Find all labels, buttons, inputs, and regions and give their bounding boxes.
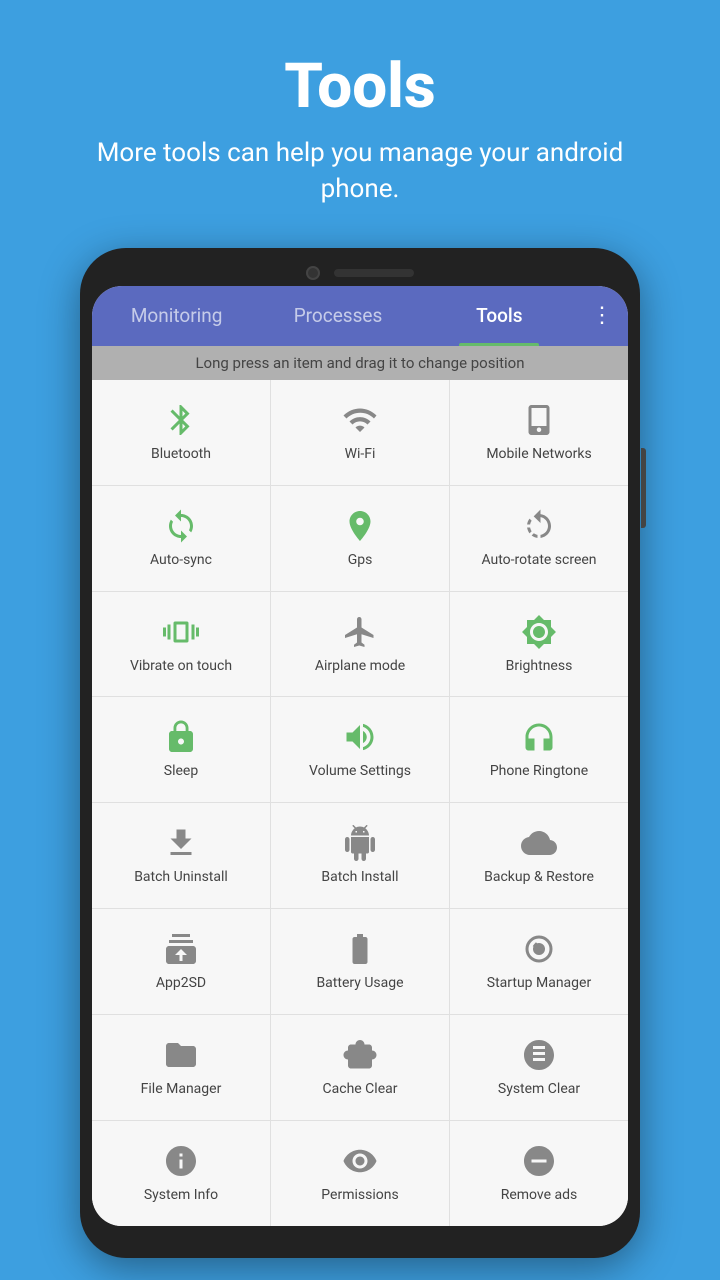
brightness-icon <box>521 614 557 650</box>
camera <box>306 266 320 280</box>
tab-monitoring[interactable]: Monitoring <box>96 286 257 346</box>
tool-label: Gps <box>348 552 373 569</box>
tool-label: Cache Clear <box>323 1081 398 1098</box>
phone-notch <box>92 266 628 280</box>
vibrate-icon <box>163 614 199 650</box>
tool-item-sleep[interactable]: Sleep <box>92 697 270 802</box>
tool-label: Auto-sync <box>150 552 212 569</box>
rotate-icon <box>521 508 557 544</box>
airplane-icon <box>342 614 378 650</box>
backup-icon <box>521 825 557 861</box>
system-clear-icon <box>521 1037 557 1073</box>
ringtone-icon <box>521 719 557 755</box>
tool-item-cache-clear[interactable]: Cache Clear <box>271 1015 449 1120</box>
tab-tools[interactable]: Tools <box>419 286 580 346</box>
tool-label: Vibrate on touch <box>130 658 232 675</box>
tool-label: Airplane mode <box>315 658 405 675</box>
remove-ads-icon <box>521 1143 557 1179</box>
menu-button[interactable]: ⋮ <box>580 303 624 328</box>
uninstall-icon <box>163 825 199 861</box>
tool-label: Backup & Restore <box>484 869 594 886</box>
speaker <box>334 269 414 277</box>
tool-item-airplane-mode[interactable]: Airplane mode <box>271 592 449 697</box>
tool-label: Startup Manager <box>487 975 591 992</box>
hint-bar: Long press an item and drag it to change… <box>92 346 628 380</box>
tool-item-backup-&-restore[interactable]: Backup & Restore <box>450 803 628 908</box>
tool-label: Permissions <box>321 1187 398 1204</box>
tool-item-battery-usage[interactable]: Battery Usage <box>271 909 449 1014</box>
app2sd-icon <box>163 931 199 967</box>
bluetooth-icon <box>163 402 199 438</box>
tab-bar: Monitoring Processes Tools ⋮ <box>92 286 628 346</box>
sync-icon <box>163 508 199 544</box>
tool-item-startup-manager[interactable]: Startup Manager <box>450 909 628 1014</box>
cache-icon <box>342 1037 378 1073</box>
tool-item-auto-rotate-screen[interactable]: Auto-rotate screen <box>450 486 628 591</box>
tool-item-gps[interactable]: Gps <box>271 486 449 591</box>
tool-label: Mobile Networks <box>486 446 591 463</box>
tool-item-permissions[interactable]: Permissions <box>271 1121 449 1226</box>
header-section: Tools More tools can help you manage you… <box>0 0 720 238</box>
tool-item-system-info[interactable]: System Info <box>92 1121 270 1226</box>
gps-icon <box>342 508 378 544</box>
tool-item-batch-uninstall[interactable]: Batch Uninstall <box>92 803 270 908</box>
volume-icon <box>342 719 378 755</box>
tool-item-auto-sync[interactable]: Auto-sync <box>92 486 270 591</box>
eye-icon <box>342 1143 378 1179</box>
tools-grid: Bluetooth Wi-Fi Mobile Networks Auto-sync Gp… <box>92 380 628 1226</box>
tool-label: Auto-rotate screen <box>481 552 596 569</box>
tool-label: Battery Usage <box>316 975 403 992</box>
tool-item-batch-install[interactable]: Batch Install <box>271 803 449 908</box>
tool-item-bluetooth[interactable]: Bluetooth <box>92 380 270 485</box>
info-icon <box>163 1143 199 1179</box>
phone-frame: Monitoring Processes Tools ⋮ Long press … <box>80 248 640 1258</box>
tool-label: Brightness <box>506 658 573 675</box>
tool-label: Batch Uninstall <box>134 869 228 886</box>
tool-item-app2sd[interactable]: App2SD <box>92 909 270 1014</box>
battery-icon <box>342 931 378 967</box>
tool-item-wi-fi[interactable]: Wi-Fi <box>271 380 449 485</box>
page-subtitle: More tools can help you manage your andr… <box>80 135 640 208</box>
tool-label: Batch Install <box>321 869 398 886</box>
tool-item-system-clear[interactable]: System Clear <box>450 1015 628 1120</box>
mobile-network-icon <box>521 402 557 438</box>
tool-item-file-manager[interactable]: File Manager <box>92 1015 270 1120</box>
tool-item-phone-ringtone[interactable]: Phone Ringtone <box>450 697 628 802</box>
tool-label: Bluetooth <box>151 446 211 463</box>
tool-label: System Info <box>144 1187 218 1204</box>
folder-icon <box>163 1037 199 1073</box>
tool-item-volume-settings[interactable]: Volume Settings <box>271 697 449 802</box>
tab-processes[interactable]: Processes <box>257 286 418 346</box>
tool-item-vibrate-on-touch[interactable]: Vibrate on touch <box>92 592 270 697</box>
wifi-icon <box>342 402 378 438</box>
tool-label: Wi-Fi <box>345 446 376 463</box>
tool-label: File Manager <box>141 1081 222 1098</box>
tool-label: Remove ads <box>501 1187 578 1204</box>
tool-label: System Clear <box>498 1081 580 1098</box>
startup-icon <box>521 931 557 967</box>
android-icon <box>342 825 378 861</box>
page-title: Tools <box>284 50 435 123</box>
phone-screen: Monitoring Processes Tools ⋮ Long press … <box>92 286 628 1226</box>
tool-item-remove-ads[interactable]: Remove ads <box>450 1121 628 1226</box>
power-button <box>641 448 646 528</box>
tool-label: Sleep <box>164 763 198 780</box>
lock-icon <box>163 719 199 755</box>
tool-label: Volume Settings <box>309 763 411 780</box>
tool-label: Phone Ringtone <box>490 763 588 780</box>
tool-item-brightness[interactable]: Brightness <box>450 592 628 697</box>
tool-label: App2SD <box>156 975 206 992</box>
phone-wrapper: Monitoring Processes Tools ⋮ Long press … <box>80 248 640 1280</box>
tool-item-mobile-networks[interactable]: Mobile Networks <box>450 380 628 485</box>
